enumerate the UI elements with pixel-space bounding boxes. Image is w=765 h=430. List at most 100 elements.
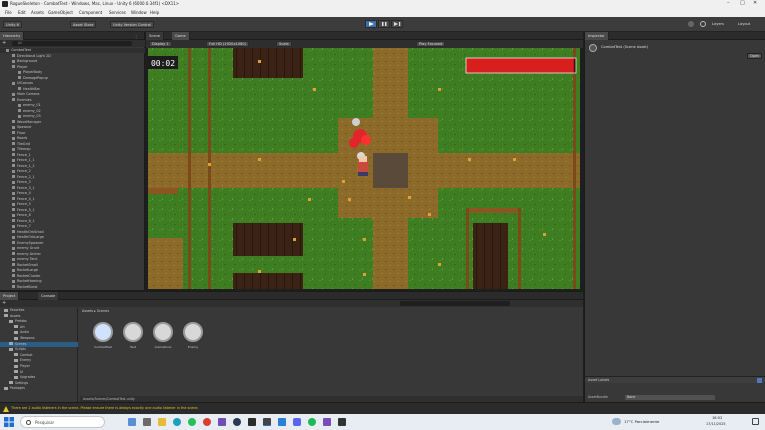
hierarchy-item[interactable]: Main Camera xyxy=(0,92,145,97)
hierarchy-item[interactable]: Background xyxy=(0,59,145,64)
pause-button[interactable] xyxy=(378,20,390,28)
tab-project[interactable]: Project xyxy=(0,292,20,300)
folder-item[interactable]: Upgrades xyxy=(0,375,78,380)
hierarchy-item[interactable]: enemy_01 xyxy=(0,103,145,108)
tab-scene[interactable]: Scene xyxy=(146,32,164,40)
hierarchy-item[interactable]: RocketCluster xyxy=(0,274,145,279)
folder-item[interactable]: Favorites xyxy=(0,308,78,313)
hierarchy-item[interactable]: Fence_2 xyxy=(0,169,145,174)
hierarchy-item[interactable]: Enemies xyxy=(0,98,145,103)
hierarchy-item[interactable]: Fence_5 xyxy=(0,202,145,207)
hierarchy-item[interactable]: Fence_4_1 xyxy=(0,197,145,202)
folder-item[interactable]: Player xyxy=(0,364,78,369)
chrome-icon[interactable] xyxy=(203,418,211,426)
asset-tile[interactable]: CombatTest xyxy=(90,322,116,358)
play-button[interactable] xyxy=(365,20,377,28)
folder-item[interactable]: Weapons xyxy=(0,336,78,341)
hierarchy-item[interactable]: enemy Archer xyxy=(0,252,145,257)
asset-tile[interactable]: Animations xyxy=(150,322,176,358)
hierarchy-item[interactable]: Fence_3 xyxy=(0,180,145,185)
hierarchy-item[interactable]: TileGrid xyxy=(0,142,145,147)
add-asset-icon[interactable]: + xyxy=(2,300,6,306)
hierarchy-item[interactable]: Tilemap xyxy=(0,147,145,152)
status-message[interactable]: There are 2 audio listeners in the scene… xyxy=(11,406,199,410)
hierarchy-item[interactable]: Fence_1 xyxy=(0,153,145,158)
edge-icon[interactable] xyxy=(173,418,181,426)
scale-slider[interactable]: Scale xyxy=(276,41,292,47)
play-focused-dropdown[interactable]: Play Focused xyxy=(416,41,446,47)
hierarchy-item[interactable]: enemy_02 xyxy=(0,109,145,114)
hierarchy-item[interactable]: Fence_3_1 xyxy=(0,186,145,191)
project-search-input[interactable] xyxy=(400,301,510,306)
github-desktop-icon[interactable] xyxy=(218,418,226,426)
folder-item[interactable]: Audio xyxy=(0,330,78,335)
folder-item[interactable]: Scripts xyxy=(0,347,78,352)
hierarchy-item[interactable]: PlayerBody xyxy=(0,70,145,75)
whatsapp-icon[interactable] xyxy=(188,418,196,426)
hierarchy-item[interactable]: Fence_1_1 xyxy=(0,158,145,163)
hierarchy-item[interactable]: UICanvas xyxy=(0,81,145,86)
taskview-icon[interactable] xyxy=(143,418,151,426)
steam-icon[interactable] xyxy=(233,418,241,426)
hierarchy-item[interactable]: Fence_2_1 xyxy=(0,175,145,180)
terminal-icon[interactable] xyxy=(338,418,346,426)
layers-dropdown[interactable]: Layers xyxy=(712,22,724,26)
hierarchy-item[interactable]: enemy Grunt xyxy=(0,246,145,251)
folder-item[interactable]: Assets xyxy=(0,314,78,319)
hierarchy-item[interactable]: enemy_03 xyxy=(0,114,145,119)
weather-text[interactable]: 17°C Parcialmente xyxy=(624,419,659,424)
collab-icon[interactable] xyxy=(688,21,694,27)
hierarchy-item[interactable]: Fence_6_1 xyxy=(0,219,145,224)
hierarchy-item[interactable]: Fence_4 xyxy=(0,191,145,196)
folder-item[interactable]: UI xyxy=(0,370,78,375)
hierarchy-item[interactable]: Directional Light 2D xyxy=(0,54,145,59)
hierarchy-item[interactable]: Fence_6 xyxy=(0,213,145,218)
tab-inspector[interactable]: Inspector xyxy=(585,32,609,40)
tab-hierarchy[interactable]: Hierarchy xyxy=(0,32,25,40)
step-button[interactable] xyxy=(391,20,403,28)
menu-edit[interactable]: Edit xyxy=(18,10,26,15)
tab-console[interactable]: Console xyxy=(38,292,60,300)
resolution-dropdown[interactable]: Full HD (1920x1080) xyxy=(206,41,250,47)
display-dropdown[interactable]: Display 1 xyxy=(149,41,172,47)
clock-time[interactable]: 18:52 xyxy=(712,416,722,420)
layout-dropdown[interactable]: Layout xyxy=(738,22,750,26)
hierarchy-item[interactable]: Spawner xyxy=(0,125,145,130)
menu-assets[interactable]: Assets xyxy=(31,10,44,15)
menu-help[interactable]: Help xyxy=(150,10,159,15)
hierarchy-item[interactable]: HealthOrbLarge xyxy=(0,235,145,240)
hierarchy-search[interactable]: All xyxy=(12,41,132,46)
account-dropdown[interactable]: Unity 6 xyxy=(3,21,22,28)
asset-tile[interactable]: Enemy xyxy=(180,322,206,358)
search-icon[interactable] xyxy=(700,21,706,27)
asset-store-button[interactable]: Asset Store xyxy=(70,21,97,28)
file-explorer-icon[interactable] xyxy=(158,418,166,426)
menu-component[interactable]: Component xyxy=(79,10,102,15)
minimize-button[interactable]: – xyxy=(727,1,730,6)
hierarchy-item[interactable]: HealthBar xyxy=(0,87,145,92)
unity-editor-icon[interactable] xyxy=(263,418,271,426)
panel-menu-icon[interactable]: ⋮ xyxy=(134,34,138,39)
hierarchy-item[interactable]: RocketBurst xyxy=(0,285,145,290)
menu-services[interactable]: Services xyxy=(109,10,126,15)
visual-studio-icon[interactable] xyxy=(323,418,331,426)
folder-item[interactable]: Combat xyxy=(0,353,78,358)
hierarchy-item[interactable]: Fence_5_1 xyxy=(0,208,145,213)
hierarchy-item[interactable]: HealthOrbSmall xyxy=(0,230,145,235)
folder-item[interactable]: Art xyxy=(0,325,78,330)
hierarchy-item[interactable]: Floor xyxy=(0,131,145,136)
asset-bundle-dropdown[interactable]: None xyxy=(625,395,715,400)
close-button[interactable]: ✕ xyxy=(753,1,757,6)
hierarchy-item[interactable]: RocketSmall xyxy=(0,263,145,268)
hierarchy-item[interactable]: RocketHoming xyxy=(0,279,145,284)
hierarchy-item[interactable]: enemy Tank xyxy=(0,257,145,262)
hierarchy-item[interactable]: WaveManager xyxy=(0,120,145,125)
notification-icon[interactable] xyxy=(752,418,759,425)
folder-item[interactable]: Enemy xyxy=(0,358,78,363)
hierarchy-item[interactable]: Fence_7 xyxy=(0,224,145,229)
vscode-icon[interactable] xyxy=(278,418,286,426)
menu-file[interactable]: File xyxy=(5,10,12,15)
hierarchy-item[interactable]: EnemySpawner xyxy=(0,241,145,246)
hierarchy-item[interactable]: Roads xyxy=(0,136,145,141)
asset-tile[interactable]: Test xyxy=(120,322,146,358)
